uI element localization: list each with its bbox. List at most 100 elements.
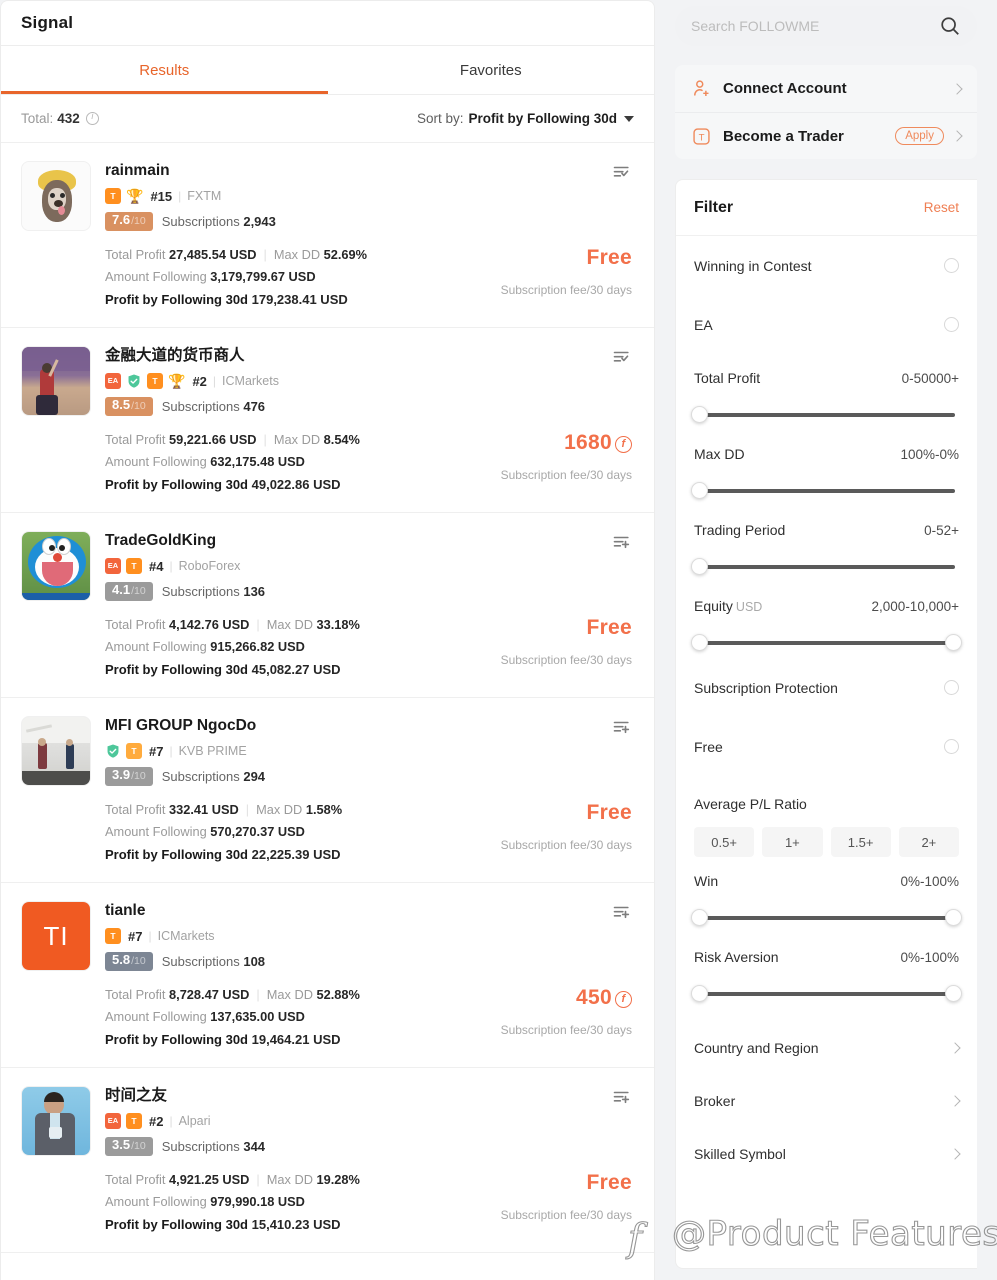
become-trader-label: Become a Trader [723,127,844,145]
trader-score-row: 7.6/10 Subscriptions 2,943 [105,212,634,231]
pl-option[interactable]: 0.5+ [694,827,755,857]
trader-name[interactable]: tianle [105,901,634,921]
filter-label: Free [694,738,723,755]
connect-account-row[interactable]: Connect Account [675,65,977,112]
trader-card[interactable]: TradeGoldKing EA T #4 | RoboForex 4.1/10 Subscr… [1,513,654,698]
price-block: Free Subscription fee/30 days [501,246,632,297]
filter-toggle-row[interactable]: EA [694,295,959,354]
slider-handle-left[interactable] [691,482,708,499]
trader-card[interactable]: 时间之友 EA T #2 | Alpari 3.5/10 Subscriptions 344 T… [1,1068,654,1253]
score-badge: 4.1/10 [105,582,153,601]
trader-card[interactable]: MFI GROUP NgocDo T #7 | KVB PRIME 3.9/10 Subsc… [1,698,654,883]
slider[interactable] [691,554,959,582]
filter-toggle-row[interactable]: Free [694,717,959,776]
separator: | [178,189,182,203]
trader-name[interactable]: 时间之友 [105,1086,634,1106]
sort-by-control[interactable]: Sort by: Profit by Following 30d [417,111,634,126]
trader-name[interactable]: rainmain [105,161,634,181]
trader-name[interactable]: 金融大道的货币商人 [105,346,634,366]
slider-handle-right[interactable] [945,909,962,926]
filter-nav-row[interactable]: Country and Region [694,1021,961,1074]
trader-badges-row: T #7 | KVB PRIME [105,743,634,759]
slider[interactable] [691,402,959,430]
svg-text:T: T [699,132,705,143]
filter-label: Max DD [694,446,745,462]
separator: | [169,559,173,573]
filter-nav-row[interactable]: Skilled Symbol [694,1127,961,1180]
trader-badges-row: T 🏆 #15 | FXTM [105,188,634,204]
slider-handle-left[interactable] [691,558,708,575]
pl-option[interactable]: 2+ [898,827,959,857]
trader-info: tianle T #7 | ICMarkets 5.8/10 Subscriptions 1… [105,901,634,971]
tab-results[interactable]: Results [1,46,328,94]
slider-handle-left[interactable] [691,406,708,423]
filter-reset-button[interactable]: Reset [924,200,959,215]
slider-handle-left[interactable] [691,634,708,651]
become-trader-row[interactable]: T Become a Trader Apply [675,112,977,159]
filter-label: Total Profit [694,370,761,386]
slider[interactable] [691,905,962,933]
filter-toggle-row[interactable]: Winning in Contest [694,236,959,295]
filter-range-value: 2,000-10,000+ [871,598,959,614]
trader-name[interactable]: TradeGoldKing [105,531,634,551]
filter-body: Winning in Contest EA Total Profit 0-50000+… [676,236,977,1180]
avatar[interactable] [21,531,91,601]
badge-trader-icon: T [126,558,142,574]
trader-broker: RoboForex [178,559,241,573]
added-to-list-icon[interactable] [612,348,632,368]
slider[interactable] [691,478,959,506]
trader-card[interactable]: 金融大道的货币商人 EA T 🏆 #2 | ICMarkets 8.5/10 Subscript… [1,328,654,513]
trader-name[interactable]: MFI GROUP NgocDo [105,716,634,736]
trader-info: rainmain T 🏆 #15 | FXTM 7.6/10 Subscriptions 2,… [105,161,634,231]
search-bar[interactable] [675,6,977,46]
add-to-list-icon[interactable] [612,718,632,738]
filter-label: Subscription Protection [694,679,838,696]
trader-card[interactable]: TI tianle T #7 | ICMarkets 5.8/10 Subscriptions… [1,883,654,1068]
radio-icon[interactable] [944,317,959,332]
badge-ea-icon: EA [105,558,121,574]
filter-nav-row[interactable]: Broker [694,1074,961,1127]
avatar[interactable] [21,716,91,786]
score-value: 8.5 [112,397,131,412]
followme-coin-icon: f [615,436,632,453]
search-input[interactable] [691,18,939,34]
slider-track [698,413,955,417]
filter-slider-header: Win 0%-100% [694,873,959,889]
slider[interactable] [691,630,962,658]
slider-handle-right[interactable] [945,985,962,1002]
score-badge: 5.8/10 [105,952,153,971]
score-denominator: /10 [131,955,146,967]
slider-track [698,565,955,569]
slider-handle-left[interactable] [691,985,708,1002]
chevron-down-icon [624,115,634,122]
slider-handle-right[interactable] [945,634,962,651]
trader-card[interactable]: rainmain T 🏆 #15 | FXTM 7.6/10 Subscriptions 2,… [1,143,654,328]
pl-option[interactable]: 1.5+ [830,827,891,857]
add-to-list-icon[interactable] [612,533,632,553]
apply-button[interactable]: Apply [895,127,944,145]
info-icon[interactable] [85,111,99,125]
slider[interactable] [691,981,962,1009]
slider-handle-left[interactable] [691,909,708,926]
filter-range-value: 0%-100% [900,873,959,889]
filter-toggle-row[interactable]: Subscription Protection [694,658,959,717]
add-to-list-icon[interactable] [612,1088,632,1108]
avatar[interactable]: TI [21,901,91,971]
trader-info: 金融大道的货币商人 EA T 🏆 #2 | ICMarkets 8.5/10 Subscript… [105,346,634,416]
radio-icon[interactable] [944,680,959,695]
subscription-fee-note: Subscription fee/30 days [500,1023,632,1037]
radio-icon[interactable] [944,739,959,754]
search-icon[interactable] [939,15,961,37]
added-to-list-icon[interactable] [612,163,632,183]
score-badge: 7.6/10 [105,212,153,231]
radio-icon[interactable] [944,258,959,273]
avatar[interactable] [21,346,91,416]
badge-trader-icon: T [126,1113,142,1129]
pl-option[interactable]: 1+ [762,827,823,857]
tab-favorites[interactable]: Favorites [328,46,655,94]
trader-badges-row: EA T #4 | RoboForex [105,558,634,574]
add-to-list-icon[interactable] [612,903,632,923]
page-title: Signal [21,13,74,32]
avatar[interactable] [21,161,91,231]
avatar[interactable] [21,1086,91,1156]
